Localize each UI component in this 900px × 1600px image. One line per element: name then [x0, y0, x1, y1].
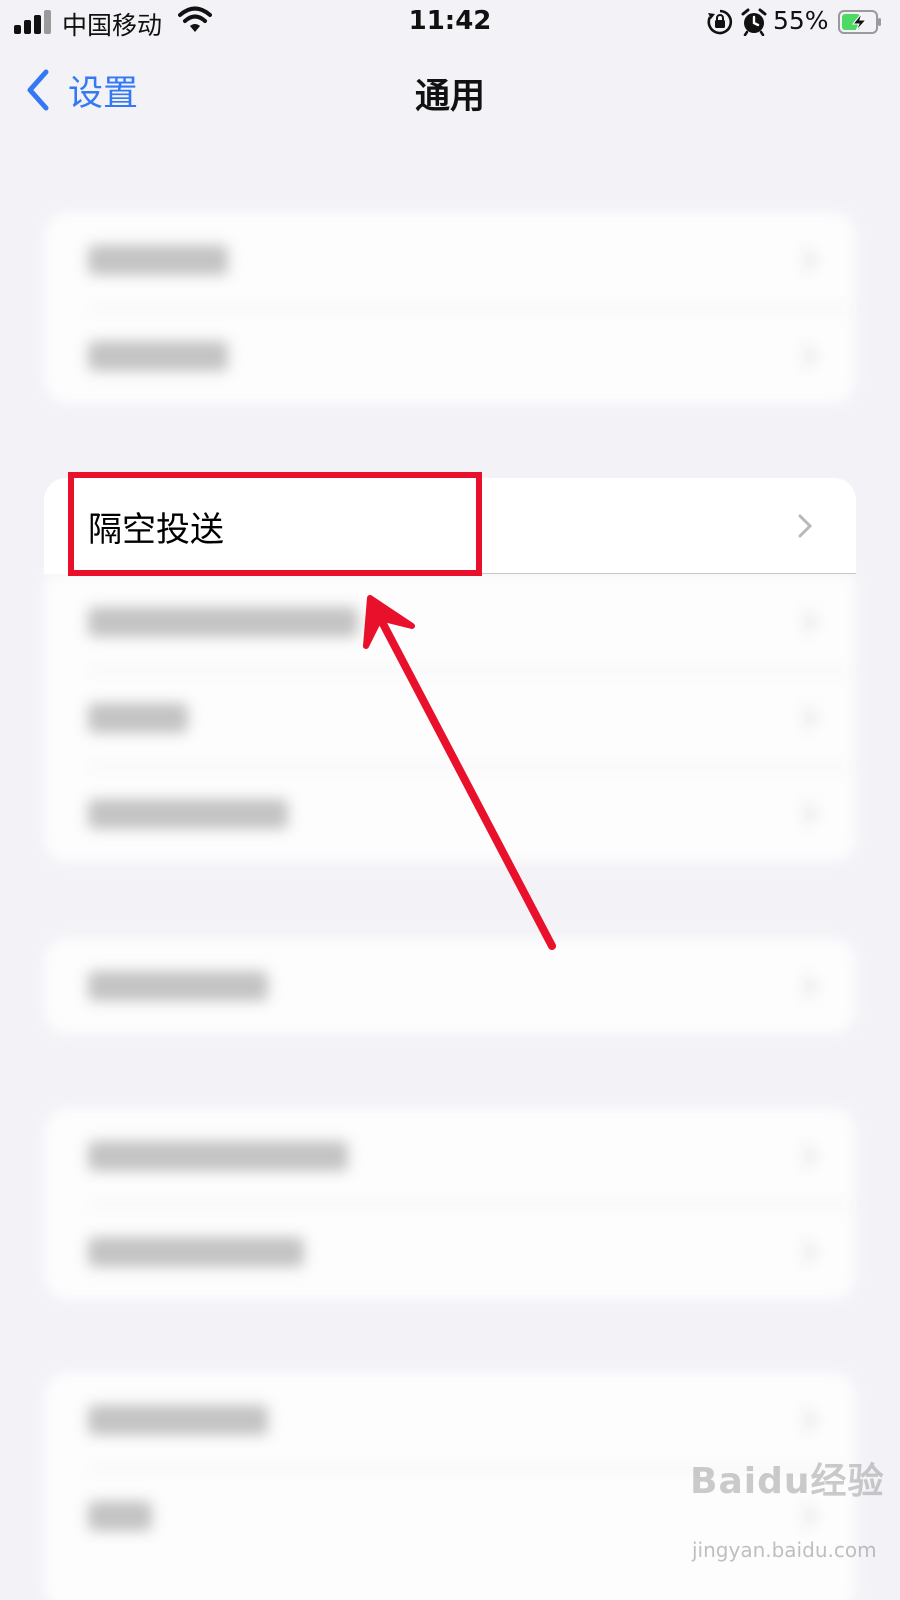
settings-group-3 — [44, 938, 856, 1034]
list-item[interactable] — [44, 766, 856, 862]
watermark-url: jingyan.baidu.com — [692, 1538, 877, 1562]
blurred-label — [88, 607, 358, 637]
settings-group-2 — [44, 574, 856, 862]
blurred-label — [88, 1141, 348, 1171]
chevron-right-icon — [802, 248, 816, 272]
list-item[interactable] — [44, 212, 856, 308]
status-bar: 中国移动 11:42 55% — [0, 0, 900, 50]
chevron-right-icon — [802, 344, 816, 368]
chevron-right-icon — [802, 802, 816, 826]
list-item[interactable] — [44, 308, 856, 404]
chevron-right-icon — [802, 1240, 816, 1264]
blurred-label — [88, 1237, 304, 1267]
chevron-right-icon — [802, 610, 816, 634]
page-title: 通用 — [414, 77, 485, 117]
list-item[interactable] — [44, 938, 856, 1034]
list-item[interactable] — [44, 574, 856, 670]
blurred-label — [88, 1501, 152, 1531]
list-item[interactable] — [44, 1108, 856, 1204]
chevron-right-icon — [802, 706, 816, 730]
chevron-right-icon — [802, 1408, 816, 1432]
highlight-box — [68, 472, 482, 576]
list-item[interactable] — [44, 670, 856, 766]
settings-group-4 — [44, 1108, 856, 1300]
battery-percent: 55% — [773, 6, 829, 35]
blurred-label — [88, 341, 228, 371]
blurred-label — [88, 799, 288, 829]
orientation-lock-icon — [707, 9, 733, 35]
baidu-watermark: Baidu经验 jingyan.baidu.com — [690, 1452, 890, 1582]
blurred-label — [88, 703, 188, 733]
alarm-icon — [741, 8, 767, 36]
chevron-right-icon — [798, 514, 812, 538]
list-item[interactable] — [44, 1204, 856, 1300]
blurred-label — [88, 245, 228, 275]
battery-charging-icon — [838, 10, 881, 34]
blurred-label — [88, 971, 268, 1001]
chevron-right-icon — [802, 1144, 816, 1168]
settings-group-1 — [44, 212, 856, 404]
blurred-label — [88, 1405, 268, 1435]
chevron-right-icon — [802, 974, 816, 998]
settings-general-screen: 中国移动 11:42 55% 设置 通用 隔空投送 Baidu经验 jingya… — [0, 0, 900, 1600]
watermark-brand: Baidu经验 — [690, 1461, 885, 1502]
